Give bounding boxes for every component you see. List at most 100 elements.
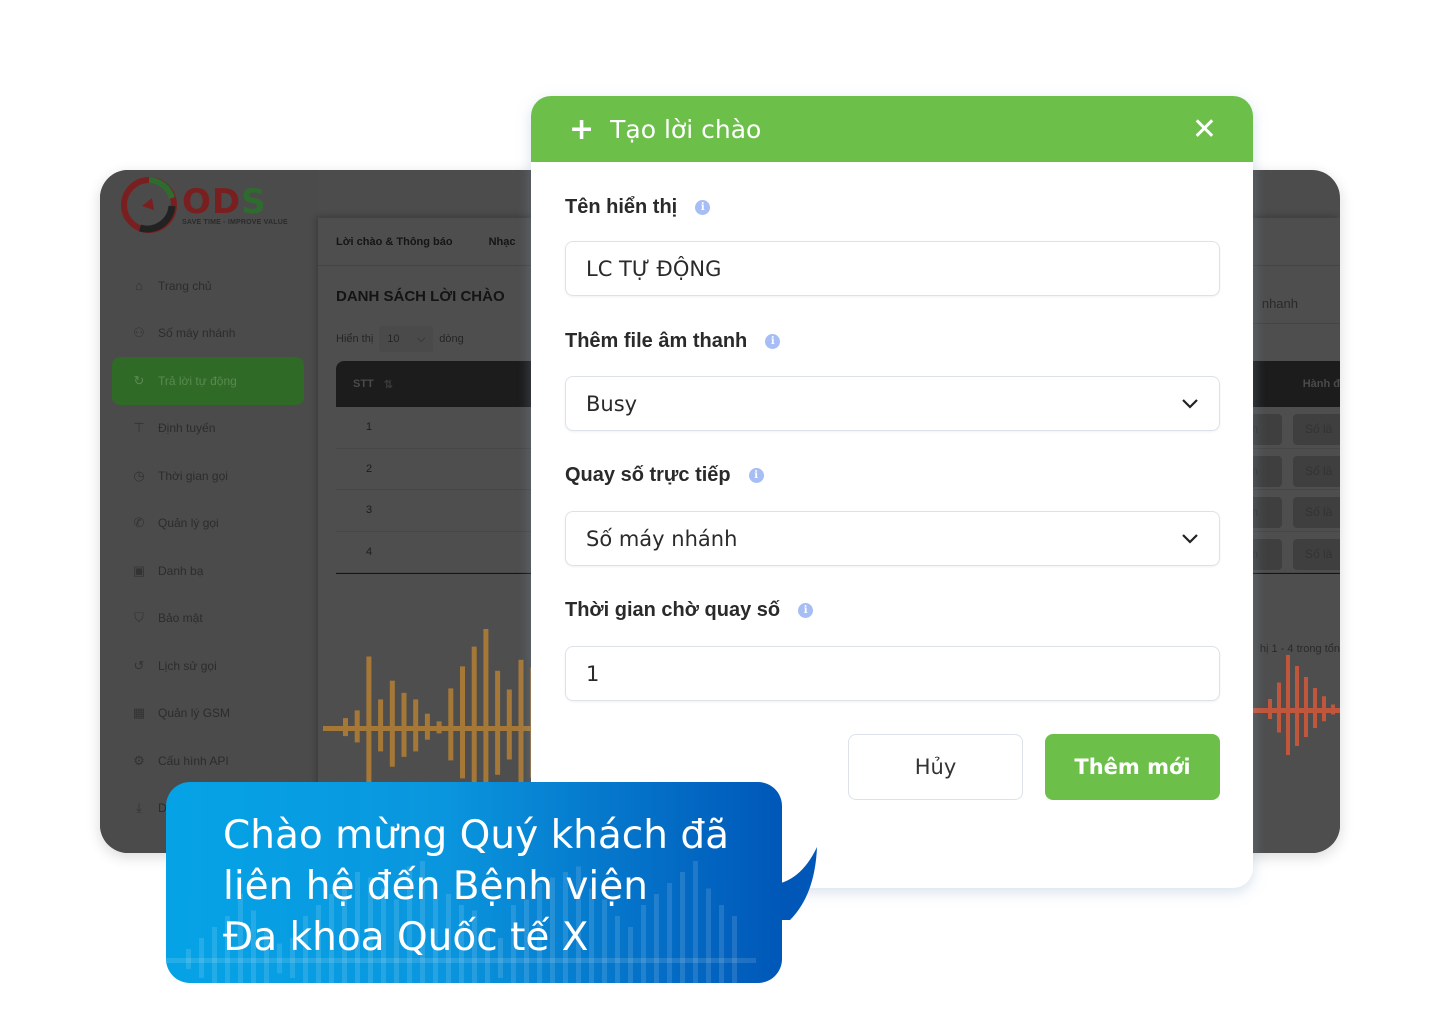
chevron-down-icon	[1182, 533, 1198, 544]
page-size-control: Hiển thị 10 ⌵ dòng	[336, 326, 464, 352]
row-count-button[interactable]: Số lầ	[1293, 414, 1340, 445]
signpost-icon: ⊤	[133, 420, 145, 436]
info-icon[interactable]: i	[798, 603, 814, 618]
sidebar-item[interactable]: ⊤ Định tuyến	[112, 405, 304, 453]
search-text: nhanh	[1261, 296, 1298, 311]
tab-greetings[interactable]: Lời chào & Thông báo	[336, 236, 453, 248]
select-field[interactable]: Số máy nhánh	[565, 511, 1220, 566]
clock-icon: ◷	[133, 467, 145, 483]
info-icon[interactable]: i	[748, 468, 764, 483]
modal-header: + Tạo lời chào	[531, 96, 1253, 162]
waveform-bar	[401, 692, 407, 757]
close-icon[interactable]: ✕	[1192, 112, 1217, 147]
waveform-bar	[1277, 682, 1281, 733]
waveform-bar	[436, 721, 442, 734]
sidebar-item-label: Số máy nhánh	[158, 326, 236, 341]
sidebar-item[interactable]: ⚙ Cấu hình API	[112, 737, 304, 785]
sidebar-item[interactable]: ⛉ Bảo mật	[112, 595, 304, 643]
cancel-button[interactable]: Hủy	[848, 734, 1023, 800]
greeting-line-1: Chào mừng Quý khách đã	[223, 813, 729, 858]
sidebar-item[interactable]: ↺ Lịch sử gọi	[112, 642, 304, 690]
download-icon: ⤓	[136, 800, 142, 816]
field-label-text: Thêm file âm thanh	[565, 330, 748, 352]
home-icon: ⌂	[135, 278, 143, 294]
row-stt: 4	[366, 545, 373, 558]
field-label: Thêm file âm thanh i	[565, 330, 781, 353]
page-title: DANH SÁCH LỜI CHÀO	[336, 288, 505, 305]
header-action: Hành đ	[1302, 378, 1340, 390]
waveform-baseline	[1248, 708, 1340, 713]
create-greeting-modal: + Tạo lời chào ✕ Tên hiển thị i LC TỰ ĐỘNG…	[531, 96, 1253, 888]
select-field[interactable]: Busy	[565, 376, 1220, 431]
tab-music[interactable]: Nhạc	[489, 236, 516, 248]
logo-emblem-icon	[121, 177, 177, 233]
waveform-bar	[186, 949, 191, 969]
waveform-bar	[424, 713, 430, 740]
waveform-bar	[389, 680, 395, 767]
text-field[interactable]: 1	[565, 646, 1220, 701]
sidebar-item-label: Cấu hình API	[158, 753, 229, 768]
sync-icon: ↻	[133, 372, 145, 388]
waveform-bar	[471, 646, 477, 788]
sidebar-item-label: Bảo mật	[158, 611, 203, 626]
waveform-bar	[448, 688, 454, 761]
show-label: Hiển thị	[336, 333, 374, 345]
waveform-bar	[354, 710, 360, 743]
sort-icon[interactable]: ⇅	[384, 378, 393, 391]
field-label-text: Thời gian chờ quay số	[565, 599, 781, 621]
sidebar-item-label: Định tuyến	[158, 421, 216, 436]
user-gear-icon: ⚇	[133, 325, 145, 341]
sidebar-item[interactable]: ◷ Thời gian gọi	[112, 452, 304, 500]
red-waveform-graphic	[1248, 655, 1340, 755]
sidebar-item-label: Quản lý gọi	[158, 516, 219, 531]
row-count-button[interactable]: Số lầ	[1293, 497, 1340, 528]
sidebar-item-label: Trả lời tự động	[158, 373, 237, 388]
page-size-value: 10	[387, 333, 400, 345]
sidebar-item[interactable]: ↻ Trả lời tự động	[112, 357, 304, 405]
rows-label: dòng	[439, 333, 464, 345]
waveform-bar	[732, 916, 737, 983]
waveform-bar	[483, 629, 489, 788]
sidebar-item[interactable]: ▣ Danh bạ	[112, 547, 304, 595]
modal-title: Tạo lời chào	[610, 114, 762, 144]
field-label: Quay số trực tiếp i	[565, 464, 764, 487]
field-value: Busy	[586, 391, 638, 416]
page-size-select[interactable]: 10 ⌵	[379, 326, 434, 352]
sidebar-item[interactable]: ⚇ Số máy nhánh	[112, 310, 304, 358]
contacts-icon: ▣	[132, 562, 146, 578]
api-gear-icon: ⚙	[133, 752, 145, 768]
history-icon: ↺	[133, 657, 145, 673]
row-count-button[interactable]: Số lầ	[1293, 455, 1340, 487]
sidebar-item[interactable]: ⌂ Trang chủ	[112, 262, 304, 310]
sidebar-nav: ⌂ Trang chủ ⚇ Số máy nhánh ↻ Trả lời tự động ⊤…	[112, 262, 304, 832]
waveform-bar	[413, 699, 419, 752]
chevron-down-icon	[1182, 398, 1198, 409]
waveform-bar	[506, 689, 512, 760]
row-count-button[interactable]: Số lầ	[1293, 538, 1340, 570]
plus-icon: +	[569, 111, 595, 147]
header-stt[interactable]: STT	[336, 378, 374, 390]
sidebar-item[interactable]: ▦ Quản lý GSM	[112, 690, 304, 738]
add-new-button[interactable]: Thêm mới	[1045, 734, 1220, 800]
info-icon[interactable]: i	[695, 200, 711, 215]
sidebar-item-label: Lịch sử gọi	[158, 658, 217, 673]
waveform-bar	[378, 699, 384, 752]
sidebar-item[interactable]: ✆ Quản lý gọi	[112, 500, 304, 548]
waveform-bar	[1304, 677, 1308, 737]
waveform-bar	[518, 659, 524, 784]
waveform-bar	[366, 656, 372, 787]
chevron-down-icon: ⌵	[416, 332, 426, 345]
field-label-text: Tên hiển thị	[565, 196, 678, 218]
sidebar: ODS SAVE TIME - IMPROVE VALUE ⌂ Trang chủ…	[100, 170, 318, 853]
info-icon[interactable]: i	[765, 334, 781, 349]
text-field[interactable]: LC TỰ ĐỘNG	[565, 241, 1220, 296]
sidebar-item-label: Thời gian gọi	[158, 468, 228, 483]
sidebar-item-label: Quản lý GSM	[158, 706, 231, 721]
waveform-bar	[495, 670, 501, 775]
greeting-line-2: liên hệ đến Bệnh viện	[223, 864, 648, 909]
phone-icon: ✆	[133, 515, 145, 531]
shield-icon: ⛉	[134, 610, 144, 626]
sim-icon: ▦	[132, 705, 146, 721]
waveform-bar	[1313, 688, 1317, 728]
greeting-message: Chào mừng Quý khách đã liên hệ đến Bệnh …	[223, 810, 729, 963]
